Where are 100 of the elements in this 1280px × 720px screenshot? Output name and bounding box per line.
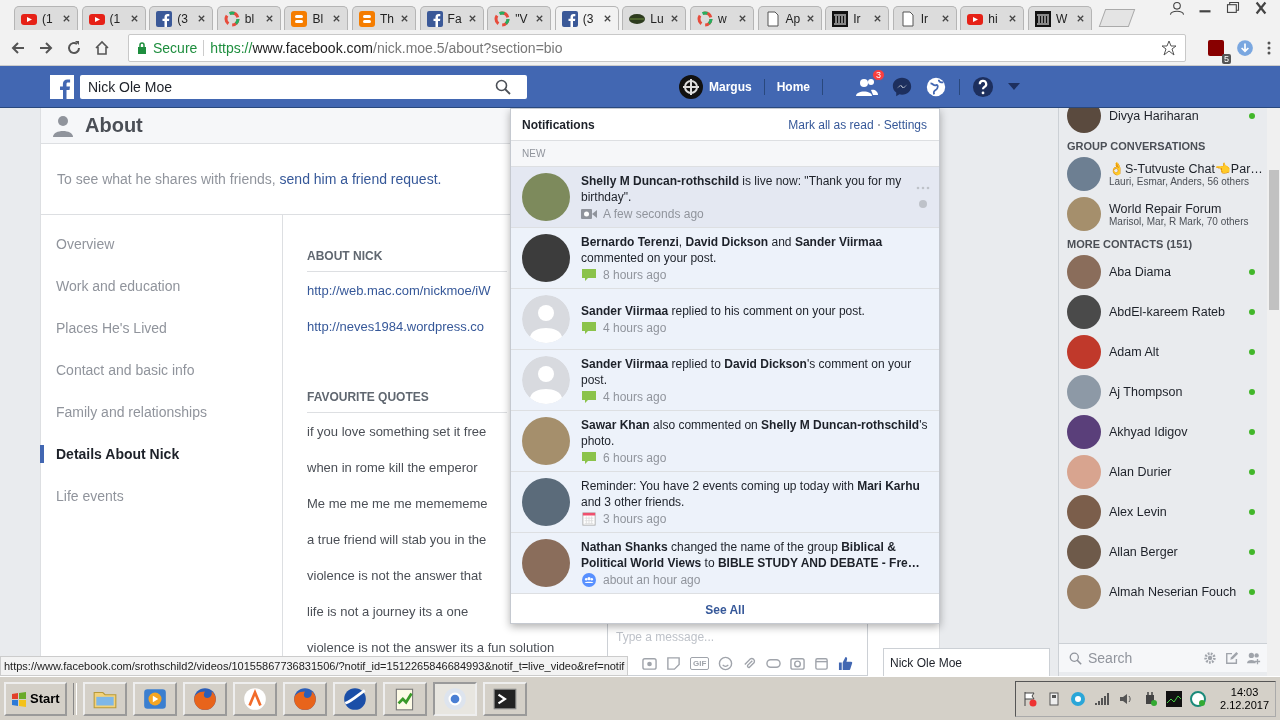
close-icon[interactable] <box>1008 14 1018 23</box>
chart-icon[interactable] <box>1166 690 1183 707</box>
back-arrow-icon[interactable] <box>10 39 26 56</box>
browser-tab[interactable]: (1 <box>81 6 146 30</box>
tab-title: Ir <box>853 11 862 26</box>
close-icon[interactable] <box>264 14 274 23</box>
search-icon[interactable] <box>495 78 511 95</box>
browser-tab[interactable]: Ir <box>825 6 890 30</box>
browser-tab[interactable]: w <box>689 6 754 30</box>
forward-arrow-icon[interactable] <box>38 39 54 56</box>
notification-item[interactable]: Shelly M Duncan-rothschild is live now: "Thank you for my birthday". A few seconds ago <box>511 167 939 228</box>
close-icon[interactable] <box>602 14 612 23</box>
close-icon[interactable] <box>129 14 139 23</box>
scrollbar-track[interactable] <box>1267 108 1280 676</box>
globe-icon[interactable] <box>925 75 947 98</box>
f-logo-icon[interactable] <box>50 74 74 99</box>
browser-tab[interactable]: Th <box>351 6 416 30</box>
contact-name[interactable]: Alan Durier <box>1109 465 1241 479</box>
scrollbar-thumb[interactable] <box>1269 170 1279 310</box>
read-toggle-dot[interactable] <box>919 200 927 208</box>
address-bar[interactable]: Secure https://www.facebook.com/nick.moe.5/about?section=bio <box>128 33 1186 62</box>
e-logo-icon[interactable] <box>1190 690 1207 707</box>
page-icon <box>899 10 916 27</box>
header-link[interactable]: Mark all as read <box>788 117 874 132</box>
taskbar-button[interactable] <box>482 681 527 716</box>
close-icon[interactable] <box>399 14 409 23</box>
close-icon[interactable] <box>467 14 477 23</box>
notification-item[interactable]: Sawar Khan also commented on Shelly M Duncan-rothschild's photo. 6 hours ago <box>511 411 939 472</box>
group-name[interactable]: World Repair Forum <box>1109 201 1249 216</box>
chat-tab[interactable]: Nick Ole Moe <box>883 648 1050 676</box>
browser-tab[interactable]: "V <box>487 6 552 30</box>
notification-item[interactable]: Sander Viirmaa replied to David Dickson's comment on your post. 4 hours ago <box>511 350 939 411</box>
avatar-photo <box>1067 415 1101 449</box>
notification-item[interactable]: Sander Viirmaa replied to his comment on your post. 4 hours ago <box>511 289 939 350</box>
star-icon[interactable] <box>1161 39 1177 56</box>
menu-icon[interactable] <box>1266 39 1272 56</box>
browser-tab[interactable]: (3 <box>149 6 214 30</box>
contact-name[interactable]: Divya Hariharan <box>1109 109 1241 123</box>
notification-item[interactable]: Nathan Shanks changed the name of the group Biblical & Political World Views to BIBLE STUDY AND DEBATE - Fre… about an hour ago <box>511 533 939 594</box>
contact-name[interactable]: Allan Berger <box>1109 545 1241 559</box>
close-icon[interactable] <box>1075 14 1085 23</box>
contact-name[interactable]: AbdEl-kareem Rateb <box>1109 305 1241 319</box>
columns-icon <box>832 10 849 27</box>
avatar-photo <box>1067 495 1101 529</box>
browser-tab[interactable]: (3 <box>554 6 619 30</box>
close-icon[interactable] <box>62 14 71 23</box>
f-logo-icon <box>156 10 173 27</box>
close-icon[interactable] <box>940 14 950 23</box>
website-link[interactable]: http://web.mac.com/nickmoe/iW <box>307 282 491 318</box>
see-all-link[interactable]: See All <box>705 603 745 617</box>
help-icon[interactable] <box>972 75 994 98</box>
contact-name[interactable]: Adam Alt <box>1109 345 1241 359</box>
close-icon[interactable] <box>197 14 207 23</box>
browser-tab[interactable]: (1 <box>14 6 78 30</box>
search-field[interactable]: Nick Ole Moe <box>80 74 527 99</box>
signal-bars-icon[interactable] <box>1094 690 1111 707</box>
close-icon[interactable] <box>535 14 545 23</box>
nav-item[interactable]: Details About Nick <box>40 445 282 463</box>
avatar-photo <box>1067 108 1101 133</box>
avatar-photo <box>522 417 570 465</box>
letter-a-logo-icon <box>241 685 268 712</box>
eye-icon[interactable] <box>1070 690 1087 707</box>
start-button[interactable]: Start <box>4 681 67 716</box>
home-icon[interactable] <box>94 39 110 56</box>
browser-tab[interactable]: hi <box>960 6 1025 30</box>
thumbs-up-icon[interactable] <box>838 656 854 671</box>
browser-tab[interactable]: W <box>1027 6 1092 30</box>
notification-item[interactable]: Bernardo Terenzi, David Dickson and Sander Viirmaa commented on your post. 8 hours ago <box>511 228 939 289</box>
close-icon[interactable] <box>737 14 747 23</box>
close-icon[interactable] <box>670 14 680 23</box>
website-link[interactable]: http://neves1984.wordpress.co <box>307 318 485 354</box>
browser-tab[interactable]: Fa <box>419 6 484 30</box>
browser-tab[interactable]: Bl <box>284 6 349 30</box>
section-heading: ABOUT NICK <box>307 249 507 272</box>
clock[interactable]: 14:03 2.12.2017 <box>1220 685 1269 712</box>
contact-name[interactable]: Almah Neserian Fouch <box>1109 585 1241 599</box>
group-name[interactable]: 👌S-Tutvuste Chat👈Par… <box>1109 161 1263 176</box>
contact-name[interactable]: Akhyad Idigov <box>1109 425 1241 439</box>
friend-request-link[interactable]: send him a friend request. <box>279 171 442 187</box>
profile-link[interactable]: Margus <box>678 74 752 99</box>
header-link[interactable]: Settings <box>883 117 927 132</box>
browser-tab[interactable]: Lu <box>622 6 687 30</box>
browser-tab[interactable]: Ap <box>757 6 822 30</box>
shield-extension-button[interactable] <box>1208 39 1224 56</box>
notification-text: Bernardo Terenzi, David Dickson and Sander Viirmaa commented on your post. <box>581 234 884 266</box>
close-icon[interactable] <box>332 14 342 23</box>
browser-tab[interactable]: Ir <box>892 6 957 30</box>
taskbar-button[interactable] <box>332 681 377 716</box>
browser-tab[interactable]: bl <box>216 6 281 30</box>
close-icon[interactable] <box>805 14 815 23</box>
quote-text: life is not a journey its a one <box>307 603 469 621</box>
contact-name[interactable]: Alex Levin <box>1109 505 1241 519</box>
contact-name[interactable]: Aba Diama <box>1109 265 1241 279</box>
home-link[interactable]: Home <box>776 79 810 94</box>
notification-item[interactable]: Reminder: You have 2 events coming up today with Mari Karhu and 3 other friends. 3 hours ago <box>511 472 939 533</box>
flag-icon[interactable] <box>1022 690 1039 707</box>
paperclip-icon[interactable] <box>742 656 758 671</box>
contact-name[interactable]: Aj Thompson <box>1109 385 1241 399</box>
close-icon[interactable] <box>873 14 883 23</box>
reload-icon[interactable] <box>66 39 82 56</box>
